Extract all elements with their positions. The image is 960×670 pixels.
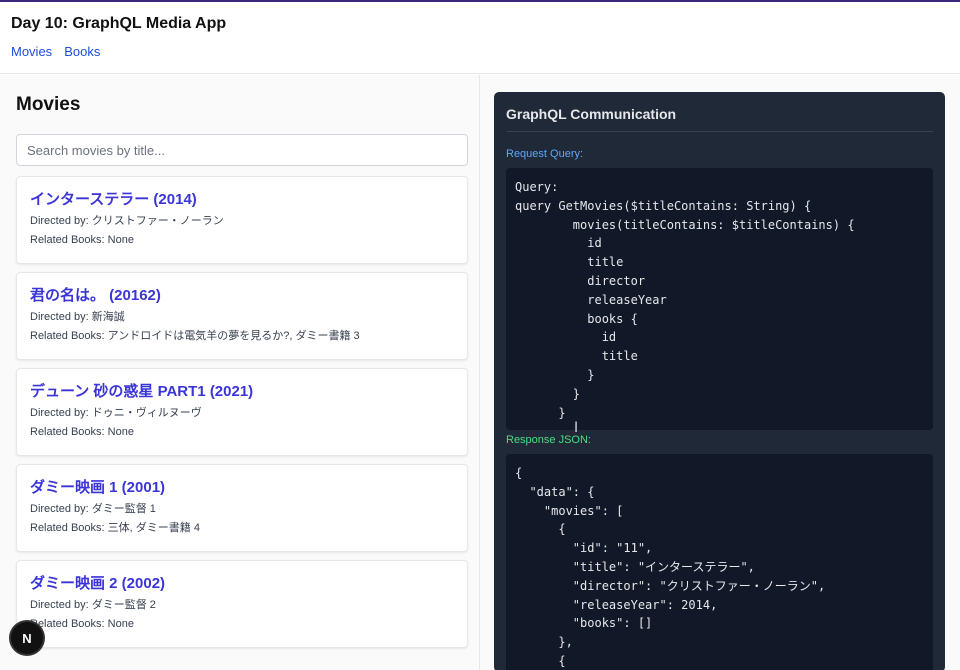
movie-title[interactable]: インターステラー (2014): [30, 190, 454, 210]
response-json-code[interactable]: { "data": { "movies": [ { "id": "11", "t…: [506, 454, 933, 670]
movie-related-books: Related Books: None: [30, 618, 134, 630]
movies-section: Movies インターステラー (2014) Directed by: クリスト…: [0, 75, 480, 670]
main-nav: Movies Books: [11, 44, 949, 60]
movie-title[interactable]: ダミー映画 2 (2002): [30, 574, 454, 594]
nextjs-dev-badge[interactable]: N: [11, 622, 43, 654]
movie-director: Directed by: ドゥニ・ヴィルヌーヴ: [30, 407, 202, 419]
movie-list: インターステラー (2014) Directed by: クリストファー・ノーラ…: [16, 176, 468, 648]
movie-director: Directed by: ダミー監督 2: [30, 599, 156, 611]
movie-card[interactable]: インターステラー (2014) Directed by: クリストファー・ノーラ…: [16, 176, 468, 264]
movie-title[interactable]: 君の名は。 (20162): [30, 286, 454, 306]
movie-card[interactable]: ダミー映画 1 (2001) Directed by: ダミー監督 1 Rela…: [16, 464, 468, 552]
app-header: Day 10: GraphQL Media App Movies Books: [0, 2, 960, 74]
nav-link-books[interactable]: Books: [64, 44, 100, 60]
text-cursor-icon: I: [574, 420, 579, 436]
request-query-code[interactable]: Query: query GetMovies($titleContains: S…: [506, 168, 933, 430]
search-input[interactable]: [16, 134, 468, 166]
response-json-label: Response JSON:: [506, 434, 591, 446]
movie-title[interactable]: デューン 砂の惑星 PART1 (2021): [30, 382, 454, 402]
main-content: Movies インターステラー (2014) Directed by: クリスト…: [0, 75, 960, 670]
movie-director: Directed by: ダミー監督 1: [30, 503, 156, 515]
graphql-panel: GraphQL Communication Request Query: Que…: [494, 92, 945, 670]
movie-card[interactable]: 君の名は。 (20162) Directed by: 新海誠 Related B…: [16, 272, 468, 360]
movie-director: Directed by: クリストファー・ノーラン: [30, 215, 224, 227]
request-query-label: Request Query:: [506, 148, 584, 160]
movie-card[interactable]: デューン 砂の惑星 PART1 (2021) Directed by: ドゥニ・…: [16, 368, 468, 456]
movie-card[interactable]: ダミー映画 2 (2002) Directed by: ダミー監督 2 Rela…: [16, 560, 468, 648]
movie-related-books: Related Books: アンドロイドは電気羊の夢を見るか?, ダミー書籍 …: [30, 330, 360, 342]
nav-link-movies[interactable]: Movies: [11, 44, 52, 60]
movie-related-books: Related Books: None: [30, 234, 134, 246]
movie-title[interactable]: ダミー映画 1 (2001): [30, 478, 454, 498]
movie-director: Directed by: 新海誠: [30, 311, 125, 323]
panel-title: GraphQL Communication: [506, 104, 933, 132]
page-title: Movies: [16, 94, 81, 115]
app-title: Day 10: GraphQL Media App: [11, 15, 227, 32]
movie-related-books: Related Books: 三体, ダミー書籍 4: [30, 522, 200, 534]
movie-related-books: Related Books: None: [30, 426, 134, 438]
